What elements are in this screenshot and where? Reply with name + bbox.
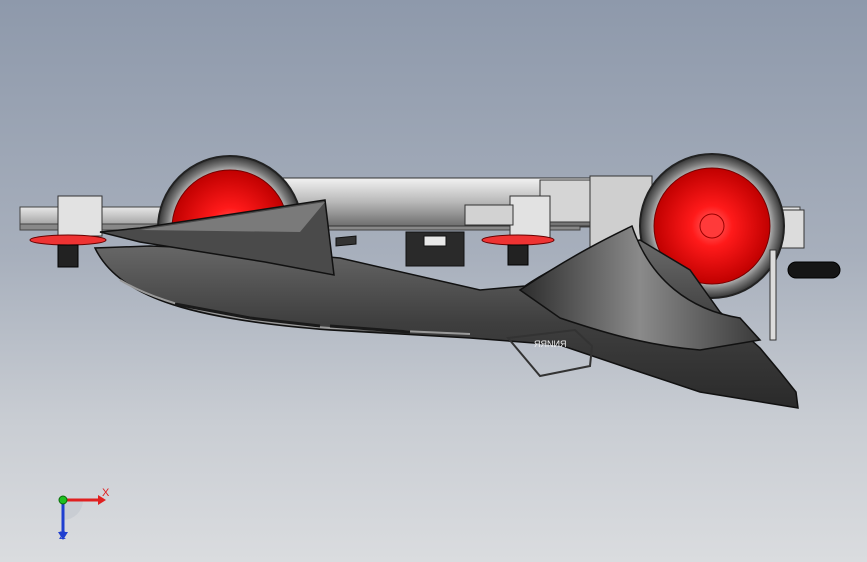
x-axis-label: X (102, 487, 110, 499)
rear-roller-post (507, 244, 529, 266)
spoiler-tab (335, 235, 357, 247)
front-roller-post (57, 244, 79, 268)
rear-roller (481, 234, 555, 246)
side-block (464, 204, 514, 226)
front-bracket (57, 195, 103, 237)
battery-clip (423, 235, 447, 247)
graphics-viewport[interactable]: ЯЯNИЯ X Z (0, 0, 867, 562)
part-marking: ЯЯNИЯ (534, 339, 566, 349)
front-roller (29, 234, 107, 246)
rear-bracket (509, 195, 551, 239)
z-axis-label: Z (59, 530, 66, 542)
rear-bumper (787, 261, 841, 279)
rear-vertical-strut (769, 249, 777, 341)
orientation-triad: X Z (40, 478, 120, 548)
car-model-side-view[interactable]: ЯЯNИЯ (0, 0, 867, 562)
